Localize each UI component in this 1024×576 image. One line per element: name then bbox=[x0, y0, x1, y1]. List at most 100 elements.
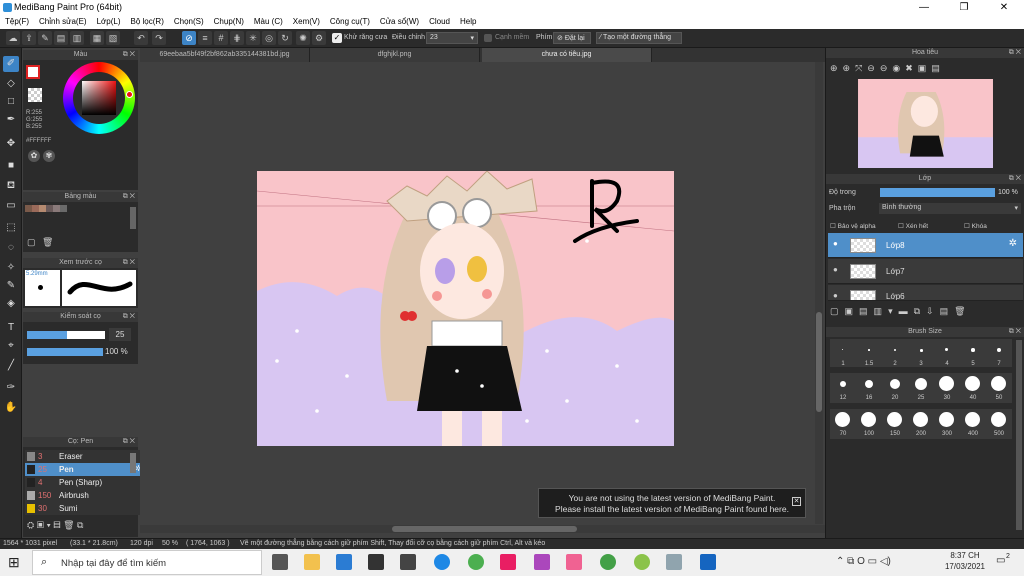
brush-cloud-icon[interactable]: ⛭ bbox=[27, 520, 34, 530]
zoom-out-icon[interactable]: ⊕ bbox=[843, 63, 856, 73]
visibility-icon[interactable]: ● bbox=[833, 291, 838, 300]
protect-alpha-checkbox[interactable]: ☐ Bảo vệ alpha bbox=[830, 222, 876, 230]
close-icon[interactable]: ⧉ ✕ bbox=[1009, 48, 1021, 58]
navigator-thumbnail[interactable] bbox=[858, 79, 993, 168]
brush-size-cell[interactable]: 20 bbox=[882, 373, 908, 403]
snap-crisscross-icon[interactable]: ⋕ bbox=[230, 31, 244, 45]
redo-icon[interactable]: ↷ bbox=[152, 31, 166, 45]
chrome-alt-icon[interactable] bbox=[600, 554, 616, 570]
operation-tool-icon[interactable]: ⌖ bbox=[3, 338, 19, 354]
close-button[interactable]: ✕ bbox=[984, 0, 1024, 15]
upload-icon[interactable]: ⇪ bbox=[22, 31, 36, 45]
tab-document-1[interactable]: 69eebaa5bf49f2bf862ab335144381bd.jpg bbox=[140, 48, 310, 62]
fill-rect-tool-icon[interactable]: ■ bbox=[3, 158, 19, 174]
taskbar-search-box[interactable]: ⌕ Nhập tại đây để tìm kiếm bbox=[32, 550, 262, 575]
mail-icon[interactable] bbox=[336, 554, 352, 570]
layer-type-dropdown-icon[interactable]: ▾ bbox=[888, 306, 899, 316]
paint-icon[interactable] bbox=[666, 554, 682, 570]
brush-duplicate-icon[interactable]: ⧉ bbox=[77, 520, 83, 530]
brush-item-pen[interactable]: 25 Pen ✲ bbox=[25, 463, 145, 476]
visibility-icon[interactable]: ● bbox=[833, 265, 838, 274]
palette-swatch[interactable] bbox=[46, 205, 53, 212]
new-file-icon[interactable]: ▤ bbox=[54, 31, 68, 45]
dot-tool-icon[interactable]: □ bbox=[3, 94, 19, 110]
pen-tool-icon[interactable]: ✒ bbox=[3, 112, 19, 128]
palette-swatch[interactable] bbox=[32, 205, 39, 212]
eraser-tool-icon[interactable]: ◇ bbox=[3, 76, 19, 92]
brush-trash-icon[interactable]: 🗑 bbox=[63, 520, 74, 530]
drawing-canvas[interactable] bbox=[257, 171, 674, 446]
layer-menu-icon[interactable]: ▤ bbox=[940, 306, 955, 316]
navigator-menu-icon[interactable]: ▤ bbox=[931, 63, 945, 73]
brush-size-cell[interactable]: 1 bbox=[830, 339, 856, 367]
brush-copy-icon[interactable]: ▤ bbox=[53, 520, 60, 530]
menu-select[interactable]: Chọn(S) bbox=[169, 15, 209, 28]
transparent-color-swatch[interactable] bbox=[28, 88, 42, 102]
folder-icon[interactable]: ▬ bbox=[899, 306, 914, 316]
menu-filter[interactable]: Bộ lọc(R) bbox=[126, 15, 169, 28]
hue-handle[interactable] bbox=[126, 91, 133, 98]
rotate-icon[interactable]: ◉ bbox=[892, 63, 905, 73]
merge-layer-icon[interactable]: ⇩ bbox=[926, 306, 940, 316]
layer-opacity-slider[interactable] bbox=[880, 188, 995, 197]
tab-document-3[interactable]: chưa có tiêu.jpg bbox=[482, 48, 652, 62]
open-file-icon[interactable]: ▥ bbox=[70, 31, 84, 45]
brush-size-cell[interactable]: 4 bbox=[934, 339, 960, 367]
gacha-icon[interactable] bbox=[534, 554, 550, 570]
brush-size-scrollbar[interactable] bbox=[1016, 340, 1022, 530]
menu-help[interactable]: Help bbox=[455, 15, 481, 28]
antialias-checkbox[interactable]: ✓ bbox=[332, 33, 342, 43]
menu-tools[interactable]: Công cụ(T) bbox=[325, 15, 375, 28]
gear-icon[interactable]: ✲ bbox=[1009, 238, 1017, 249]
menu-cloud[interactable]: Cloud bbox=[424, 15, 455, 28]
close-icon[interactable]: ⧉ ✕ bbox=[1009, 327, 1021, 337]
select-pen-tool-icon[interactable]: ✎ bbox=[3, 278, 19, 294]
text-tool-icon[interactable]: T bbox=[3, 320, 19, 336]
edge-icon[interactable] bbox=[434, 554, 450, 570]
snap-parallel-icon[interactable]: ≡ bbox=[198, 31, 212, 45]
layer-row[interactable]: ● Lớp6 bbox=[828, 285, 1023, 301]
store-icon[interactable] bbox=[400, 554, 416, 570]
brush-size-cell[interactable]: 400 bbox=[960, 409, 986, 439]
horizontal-scroll-thumb[interactable] bbox=[392, 526, 577, 532]
gradient-tool-icon[interactable]: ▭ bbox=[3, 198, 19, 214]
delete-layer-icon[interactable]: 🗑 bbox=[954, 306, 971, 316]
palette-swatch[interactable] bbox=[25, 205, 32, 212]
actual-size-icon[interactable]: ⊖ bbox=[880, 63, 893, 73]
color-picker-icon[interactable]: ✿ bbox=[28, 150, 40, 162]
zoom-in-icon[interactable]: ⊕ bbox=[830, 63, 843, 73]
color-mix-icon[interactable]: ✾ bbox=[43, 150, 55, 162]
layer-row[interactable]: ● Lớp8 ✲ bbox=[828, 233, 1023, 258]
export-icon[interactable]: ▧ bbox=[106, 31, 120, 45]
vertical-scroll-thumb[interactable] bbox=[816, 312, 822, 412]
visibility-icon[interactable]: ● bbox=[833, 239, 838, 248]
close-icon[interactable]: ⧉ ✕ bbox=[123, 258, 135, 268]
snap-curve-icon[interactable]: ↻ bbox=[278, 31, 292, 45]
hand-tool-icon[interactable]: ✋ bbox=[3, 400, 19, 416]
brush-item-pen-sharp[interactable]: 4 Pen (Sharp) bbox=[25, 476, 145, 489]
brush-size-cell[interactable]: 100 bbox=[856, 409, 882, 439]
adjust-dropdown[interactable]: 23 ▾ bbox=[426, 32, 478, 44]
brush-size-cell[interactable]: 1.5 bbox=[856, 339, 882, 367]
add-1bit-layer-icon[interactable]: ▥ bbox=[874, 306, 889, 316]
brush-item-eraser[interactable]: 3 Eraser bbox=[25, 450, 145, 463]
opacity-slider[interactable] bbox=[27, 348, 103, 356]
fit-icon[interactable]: ⤧ bbox=[855, 63, 867, 73]
minimize-button[interactable]: — bbox=[904, 0, 944, 15]
brush-size-cell[interactable]: 50 bbox=[986, 373, 1012, 403]
add-halftone-layer-icon[interactable]: ▣ bbox=[845, 306, 860, 316]
size-slider[interactable] bbox=[27, 331, 105, 339]
comment-icon[interactable]: ✎ bbox=[38, 31, 52, 45]
snap-settings-icon[interactable]: ⚙ bbox=[312, 31, 326, 45]
color-square[interactable] bbox=[82, 81, 116, 115]
task-view-icon[interactable] bbox=[272, 554, 288, 570]
brush-list-scrollbar[interactable] bbox=[130, 453, 136, 473]
maximize-button[interactable]: ❐ bbox=[944, 0, 984, 15]
eyedropper-tool-icon[interactable]: ✑ bbox=[3, 380, 19, 396]
menu-layer[interactable]: Lớp(L) bbox=[92, 15, 126, 28]
add-brush-icon[interactable]: ▣ bbox=[37, 520, 44, 530]
cloud-icon[interactable]: ☁ bbox=[6, 31, 20, 45]
game-icon[interactable] bbox=[500, 554, 516, 570]
add-layer-icon[interactable]: ▢ bbox=[830, 306, 845, 316]
camtasia-icon[interactable] bbox=[634, 554, 650, 570]
